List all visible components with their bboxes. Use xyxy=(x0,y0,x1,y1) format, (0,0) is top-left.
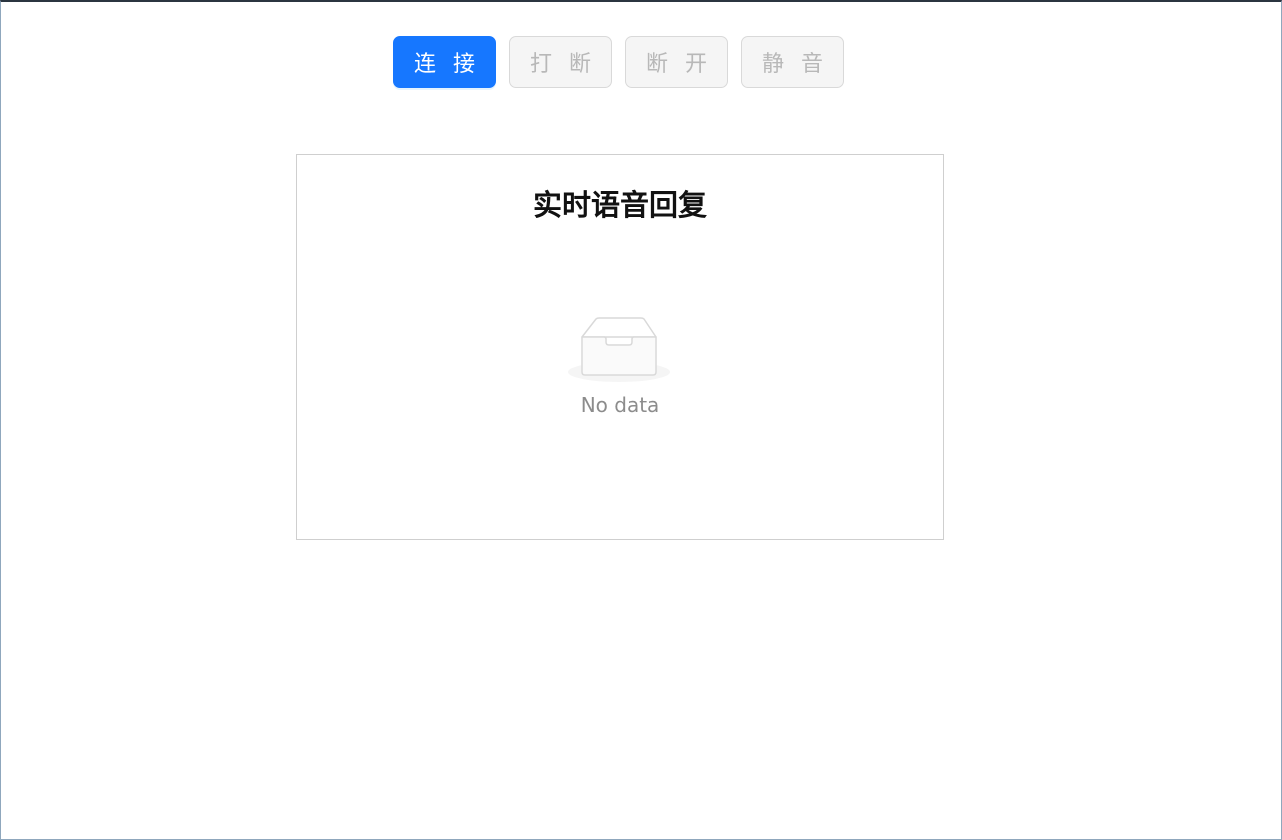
empty-inbox-icon xyxy=(568,317,670,382)
panel-title: 实时语音回复 xyxy=(532,188,707,222)
disconnect-button[interactable]: 断 开 xyxy=(625,36,728,88)
app-window: 连 接 打 断 断 开 静 音 实时语音回复 No data xyxy=(0,0,1282,840)
voice-reply-panel: 实时语音回复 No data xyxy=(296,154,944,540)
mute-button[interactable]: 静 音 xyxy=(741,36,844,88)
empty-text: No data xyxy=(580,393,660,417)
connect-button[interactable]: 连 接 xyxy=(393,36,496,88)
empty-state: No data xyxy=(297,315,943,417)
control-toolbar: 连 接 打 断 断 开 静 音 xyxy=(393,36,844,88)
interrupt-button[interactable]: 打 断 xyxy=(509,36,612,88)
